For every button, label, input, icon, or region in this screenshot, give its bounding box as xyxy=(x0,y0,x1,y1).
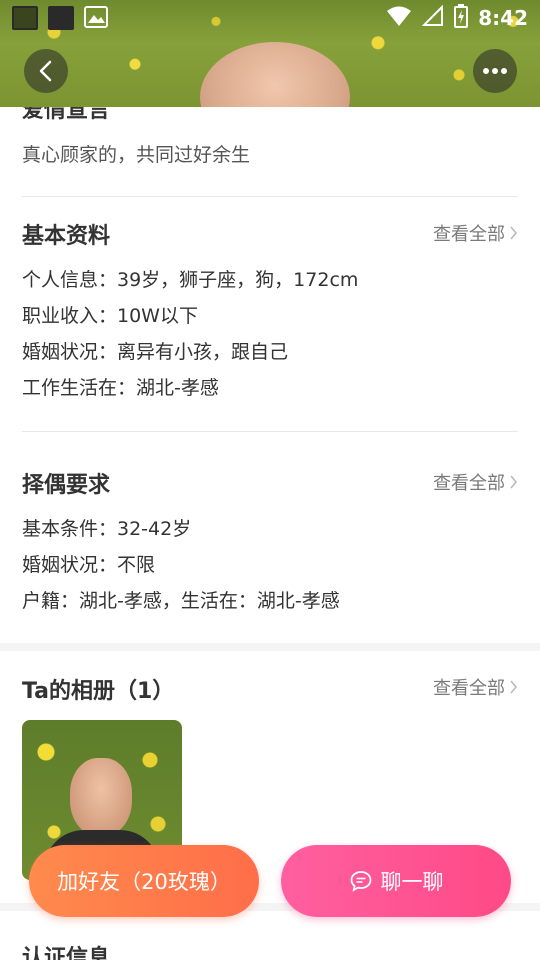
verification-title: 认证信息 xyxy=(22,946,111,960)
list-item: 基本条件：32-42岁 xyxy=(22,518,192,540)
notification-image-icon xyxy=(48,6,74,30)
status-bar: 8:42 xyxy=(0,0,540,36)
signal-icon xyxy=(421,4,444,31)
see-all-label: 查看全部 xyxy=(433,473,505,494)
photo-face xyxy=(70,758,132,836)
wifi-icon xyxy=(386,5,412,31)
divider xyxy=(22,196,518,197)
album-see-all[interactable]: 查看全部 xyxy=(433,674,518,700)
list-item: 职业收入：10W以下 xyxy=(22,305,198,327)
add-friend-button[interactable]: 加好友（20玫瑰） xyxy=(29,845,259,917)
chevron-right-icon xyxy=(510,680,518,694)
status-time: 8:42 xyxy=(478,6,528,30)
divider xyxy=(22,431,518,432)
add-friend-label: 加好友（20玫瑰） xyxy=(57,870,231,894)
list-item: 婚姻状况：不限 xyxy=(22,554,156,576)
list-item: 工作生活在：湖北-孝感 xyxy=(22,377,219,399)
partner-requirements-list: 基本条件：32-42岁 婚姻状况：不限 户籍：湖北-孝感，生活在：湖北-孝感 xyxy=(22,511,340,619)
chat-label: 聊一聊 xyxy=(380,870,444,894)
chevron-right-icon xyxy=(510,475,518,489)
chevron-right-icon xyxy=(510,226,518,240)
album-title: Ta的相册（1） xyxy=(22,679,175,704)
partner-requirements-title: 择偶要求 xyxy=(22,473,111,498)
partner-requirements-see-all[interactable]: 查看全部 xyxy=(433,469,518,495)
notification-image-icon xyxy=(12,6,38,30)
more-button[interactable] xyxy=(473,49,517,93)
love-declaration-text: 真心顾家的，共同过好余生 xyxy=(22,144,251,166)
profile-head xyxy=(200,42,350,107)
back-button[interactable] xyxy=(24,49,68,93)
section-separator xyxy=(0,643,540,651)
list-item: 个人信息：39岁，狮子座，狗，172cm xyxy=(22,269,359,291)
more-icon xyxy=(483,68,507,74)
battery-icon xyxy=(454,4,469,32)
see-all-label: 查看全部 xyxy=(433,224,505,245)
basic-info-list: 个人信息：39岁，狮子座，狗，172cm 职业收入：10W以下 婚姻状况：离异有… xyxy=(22,262,358,406)
list-item: 婚姻状况：离异有小孩，跟自己 xyxy=(22,341,289,363)
chat-bubble-icon xyxy=(350,871,371,892)
basic-info-title: 基本资料 xyxy=(22,224,111,249)
gallery-icon xyxy=(84,6,110,30)
basic-info-see-all[interactable]: 查看全部 xyxy=(433,220,518,246)
see-all-label: 查看全部 xyxy=(433,678,505,699)
list-item: 户籍：湖北-孝感，生活在：湖北-孝感 xyxy=(22,590,340,612)
chevron-left-icon xyxy=(39,60,52,82)
chat-button[interactable]: 聊一聊 xyxy=(281,845,511,917)
